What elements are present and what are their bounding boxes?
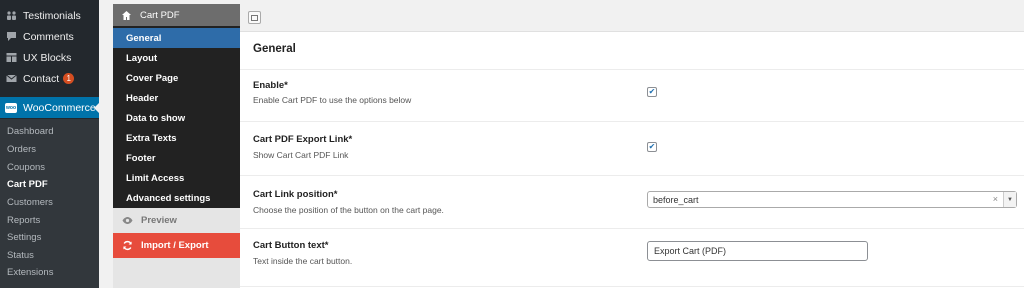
divider <box>240 69 1024 70</box>
nav-item-data-to-show[interactable]: Data to show <box>113 108 240 128</box>
export-link-label: Cart PDF Export Link* <box>253 134 353 145</box>
home-icon <box>121 10 132 21</box>
menu-item-comments[interactable]: Comments <box>0 26 99 47</box>
submenu-item-extensions[interactable]: Extensions <box>7 267 53 278</box>
wp-admin-sidebar: Testimonials Comments UX Blocks Contact … <box>0 0 99 288</box>
checkmark-icon: ✔ <box>648 87 656 96</box>
nav-item-extra-texts[interactable]: Extra Texts <box>113 128 240 148</box>
divider <box>240 121 1024 122</box>
menu-label: Testimonials <box>23 9 81 22</box>
blocks-icon <box>5 52 17 64</box>
submenu-item-coupons[interactable]: Coupons <box>7 162 45 173</box>
menu-label: WooCommerce <box>23 101 96 114</box>
content-toolbar <box>240 4 1024 32</box>
button-text-input[interactable] <box>647 241 868 261</box>
comments-icon <box>5 31 17 43</box>
export-link-description: Show Cart Cart PDF Link <box>253 150 349 160</box>
checkmark-icon: ✔ <box>648 142 656 151</box>
submenu-item-status[interactable]: Status <box>7 250 34 261</box>
submenu-item-cart-pdf[interactable]: Cart PDF <box>7 179 48 190</box>
refresh-icon <box>122 240 133 251</box>
plugin-title: Cart PDF <box>140 9 180 21</box>
notification-badge: 1 <box>63 73 75 84</box>
nav-item-advanced-settings[interactable]: Advanced settings <box>113 188 240 208</box>
submenu-item-settings[interactable]: Settings <box>7 232 41 243</box>
section-title: General <box>253 43 296 55</box>
menu-item-testimonials[interactable]: Testimonials <box>0 5 99 26</box>
menu-item-woocommerce[interactable]: woo WooCommerce <box>0 97 99 118</box>
eye-icon <box>122 215 133 226</box>
testimonials-icon <box>5 10 17 22</box>
woocommerce-submenu: Dashboard Orders Coupons Cart PDF Custom… <box>0 119 99 288</box>
enable-description: Enable Cart PDF to use the options below <box>253 95 412 105</box>
divider <box>240 228 1024 229</box>
nav-item-layout[interactable]: Layout <box>113 48 240 68</box>
nav-item-cover-page[interactable]: Cover Page <box>113 68 240 88</box>
clear-icon[interactable]: × <box>993 194 998 204</box>
button-text-description: Text inside the cart button. <box>253 256 353 266</box>
preview-label: Preview <box>141 215 177 226</box>
menu-label: Contact <box>23 72 60 85</box>
submenu-item-orders[interactable]: Orders <box>7 144 36 155</box>
nav-item-limit-access[interactable]: Limit Access <box>113 168 240 188</box>
menu-label: UX Blocks <box>23 51 72 64</box>
submenu-item-dashboard[interactable]: Dashboard <box>7 126 53 137</box>
plugin-nav-header: Cart PDF <box>113 4 240 26</box>
plugin-nav-list: General Layout Cover Page Header Data to… <box>113 26 245 208</box>
menu-item-ux-blocks[interactable]: UX Blocks <box>0 47 99 68</box>
button-text-label: Cart Button text* <box>253 240 329 251</box>
import-export-label: Import / Export <box>141 240 209 251</box>
import-export-button[interactable]: Import / Export <box>113 233 240 258</box>
nav-item-footer[interactable]: Footer <box>113 148 240 168</box>
chevron-down-icon[interactable]: ▼ <box>1003 192 1016 207</box>
preview-button[interactable]: Preview <box>113 208 240 233</box>
menu-label: Comments <box>23 30 74 43</box>
submenu-item-customers[interactable]: Customers <box>7 197 53 208</box>
layout-toggle-icon[interactable] <box>248 11 261 24</box>
link-position-select[interactable]: before_cart × ▼ <box>647 191 1017 208</box>
plugin-nav-panel: Cart PDF General Layout Cover Page Heade… <box>113 4 245 288</box>
link-position-description: Choose the position of the button on the… <box>253 205 444 215</box>
divider <box>240 286 1024 287</box>
settings-content: General Enable* Enable Cart PDF to use t… <box>240 32 1024 288</box>
export-link-checkbox[interactable]: ✔ <box>647 142 657 152</box>
select-value: before_cart <box>653 194 699 205</box>
enable-label: Enable* <box>253 80 288 91</box>
woo-logo: woo <box>5 102 17 113</box>
link-position-label: Cart Link position* <box>253 189 338 200</box>
enable-checkbox[interactable]: ✔ <box>647 87 657 97</box>
divider <box>240 175 1024 176</box>
nav-item-header[interactable]: Header <box>113 88 240 108</box>
menu-item-contact[interactable]: Contact 1 <box>0 68 99 89</box>
submenu-item-reports[interactable]: Reports <box>7 215 40 226</box>
mail-icon <box>5 73 17 85</box>
nav-item-general[interactable]: General <box>113 28 245 48</box>
woocommerce-icon: woo <box>5 102 17 114</box>
